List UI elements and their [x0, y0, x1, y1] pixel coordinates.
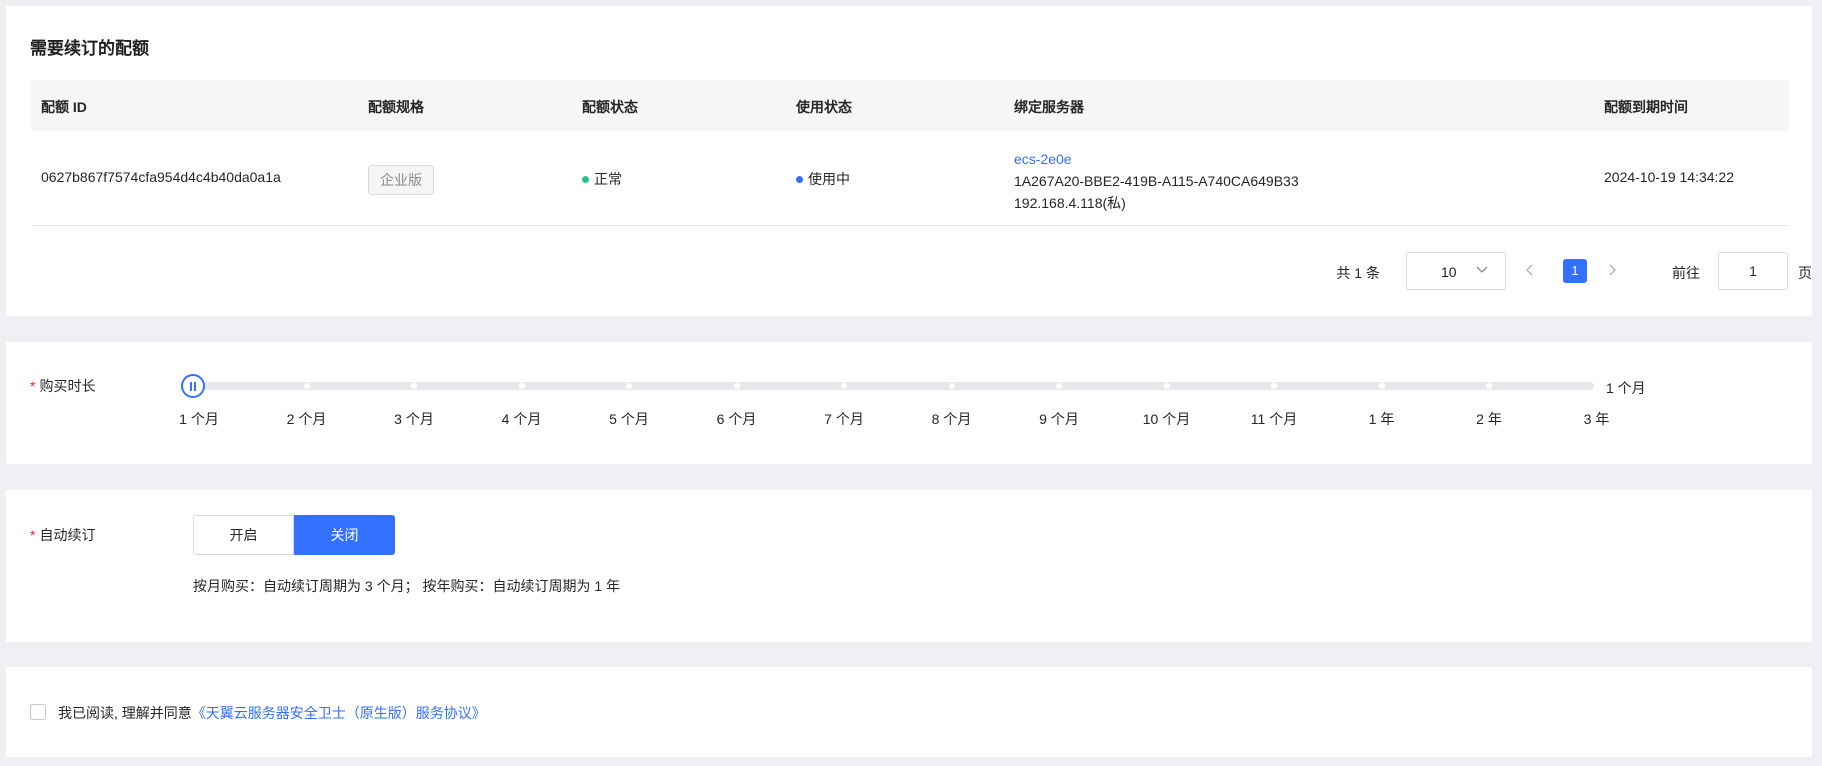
- slider-option-label[interactable]: 7 个月: [824, 409, 864, 429]
- required-mark: *: [30, 378, 36, 394]
- duration-label: * 购买时长: [30, 376, 95, 396]
- quota-table: 配额 ID 配额规格 配额状态 使用状态 绑定服务器 配额到期时间 0627b8…: [31, 80, 1789, 226]
- auto-renew-hint: 按月购买：自动续订周期为 3 个月； 按年购买：自动续订周期为 1 年: [193, 578, 621, 594]
- auto-renew-label-text: 自动续订: [39, 527, 96, 543]
- server-ip: 192.168.4.118(私): [1014, 195, 1126, 211]
- expire-time-cell: 2024-10-19 14:34:22: [1604, 169, 1734, 185]
- slider-mark[interactable]: [1378, 383, 1385, 389]
- quota-id-cell: 0627b867f7574cfa954d4c4b40da0a1a: [41, 169, 281, 185]
- slider-option-label[interactable]: 1 年: [1369, 409, 1395, 429]
- duration-selected-value: 1 个月: [1606, 380, 1646, 396]
- slider-mark[interactable]: [733, 383, 740, 389]
- auto-renew-off-button[interactable]: 关闭: [294, 515, 395, 555]
- table-header: 配额 ID 配额规格 配额状态 使用状态 绑定服务器 配额到期时间: [31, 80, 1789, 131]
- slider-option-label[interactable]: 10 个月: [1143, 409, 1190, 429]
- pagination-total: 共 1 条: [1336, 265, 1380, 281]
- auto-renew-on-button[interactable]: 开启: [193, 515, 294, 555]
- slider-option-label[interactable]: 11 个月: [1251, 409, 1297, 429]
- slider-mark[interactable]: [626, 383, 632, 389]
- slider-mark[interactable]: [1593, 383, 1600, 389]
- chevron-left-icon[interactable]: [1524, 262, 1536, 281]
- spec-tag: 企业版: [368, 165, 434, 195]
- slider-mark[interactable]: [841, 383, 847, 389]
- goto-page-input[interactable]: 1: [1718, 252, 1788, 290]
- duration-card: * 购买时长 1 个月 2 个月 3 个月 4 个月 5 个月 6 个月 7 个月 8 个月 9 …: [6, 342, 1812, 464]
- pagination: 共 1 条 10 1 前往 1 页: [912, 252, 1812, 290]
- usage-text: 使用中: [808, 171, 850, 187]
- status-cell: 正常: [582, 169, 622, 189]
- status-text: 正常: [594, 171, 622, 187]
- server-uuid: 1A267A20-BBE2-419B-A115-A740CA649B33: [1014, 173, 1299, 189]
- server-cell: ecs-2e0e 1A267A20-BBE2-419B-A115-A740CA6…: [1014, 148, 1299, 214]
- chevron-down-icon: [1475, 262, 1489, 279]
- slider-mark[interactable]: [411, 383, 417, 389]
- slider-mark[interactable]: [518, 383, 525, 389]
- auto-renew-card: * 自动续订 开启 关闭 按月购买：自动续订周期为 3 个月； 按年购买：自动续订…: [6, 490, 1812, 642]
- chevron-right-icon[interactable]: [1606, 262, 1618, 281]
- usage-cell: 使用中: [796, 169, 850, 189]
- column-header-status: 配额状态: [582, 99, 638, 115]
- slider-option-label[interactable]: 8 个月: [932, 409, 972, 429]
- required-mark: *: [30, 527, 36, 543]
- slider-mark[interactable]: [948, 383, 955, 389]
- column-header-expire: 配额到期时间: [1604, 99, 1688, 115]
- goto-label: 前往: [1672, 265, 1700, 281]
- agreement-text: 我已阅读, 理解并同意《天翼云服务器安全卫士（原生版）服务协议》: [58, 703, 486, 723]
- auto-renew-label: * 自动续订: [30, 525, 95, 545]
- agreement-checkbox[interactable]: [30, 704, 46, 720]
- slider-mark[interactable]: [1163, 383, 1170, 389]
- agreement-card: 我已阅读, 理解并同意《天翼云服务器安全卫士（原生版）服务协议》: [6, 667, 1812, 757]
- auto-renew-toggle: 开启 关闭: [193, 515, 395, 555]
- slider-mark[interactable]: [1056, 383, 1062, 389]
- slider-mark[interactable]: [1486, 383, 1492, 389]
- duration-label-text: 购买时长: [39, 378, 96, 394]
- agreement-link[interactable]: 《天翼云服务器安全卫士（原生版）服务协议》: [192, 705, 486, 721]
- section-title: 需要续订的配额: [30, 39, 149, 58]
- slider-option-label[interactable]: 2 年: [1476, 409, 1502, 429]
- table-row: 0627b867f7574cfa954d4c4b40da0a1a 企业版 正常 …: [31, 131, 1789, 226]
- slider-option-label[interactable]: 1 个月: [179, 409, 219, 429]
- column-header-usage: 使用状态: [796, 99, 852, 115]
- slider-mark[interactable]: [1271, 383, 1277, 389]
- slider-option-label[interactable]: 3 个月: [394, 409, 434, 429]
- slider-option-label[interactable]: 9 个月: [1039, 409, 1079, 429]
- usage-dot-icon: [796, 175, 803, 183]
- column-header-spec: 配额规格: [368, 99, 424, 115]
- page-unit-label: 页: [1798, 265, 1812, 281]
- slider-option-label[interactable]: 2 个月: [287, 409, 327, 429]
- server-name-link[interactable]: ecs-2e0e: [1014, 148, 1299, 170]
- agreement-label: 我已阅读, 理解并同意: [58, 705, 192, 721]
- slider-option-label[interactable]: 6 个月: [717, 409, 757, 429]
- slider-option-label[interactable]: 4 个月: [502, 409, 542, 429]
- page-size-value: 10: [1441, 264, 1457, 280]
- column-header-server: 绑定服务器: [1014, 99, 1084, 115]
- slider-mark[interactable]: [303, 383, 310, 389]
- page-number-current[interactable]: 1: [1563, 259, 1587, 283]
- quota-card: 需要续订的配额 配额 ID 配额规格 配额状态 使用状态 绑定服务器 配额到期时…: [6, 6, 1812, 316]
- slider-option-label[interactable]: 3 年: [1584, 409, 1610, 429]
- slider-option-label[interactable]: 5 个月: [609, 409, 649, 429]
- status-dot-icon: [582, 175, 589, 183]
- column-header-quota-id: 配额 ID: [41, 99, 87, 115]
- slider-handle[interactable]: [181, 374, 205, 398]
- page-size-select[interactable]: 10: [1406, 252, 1506, 290]
